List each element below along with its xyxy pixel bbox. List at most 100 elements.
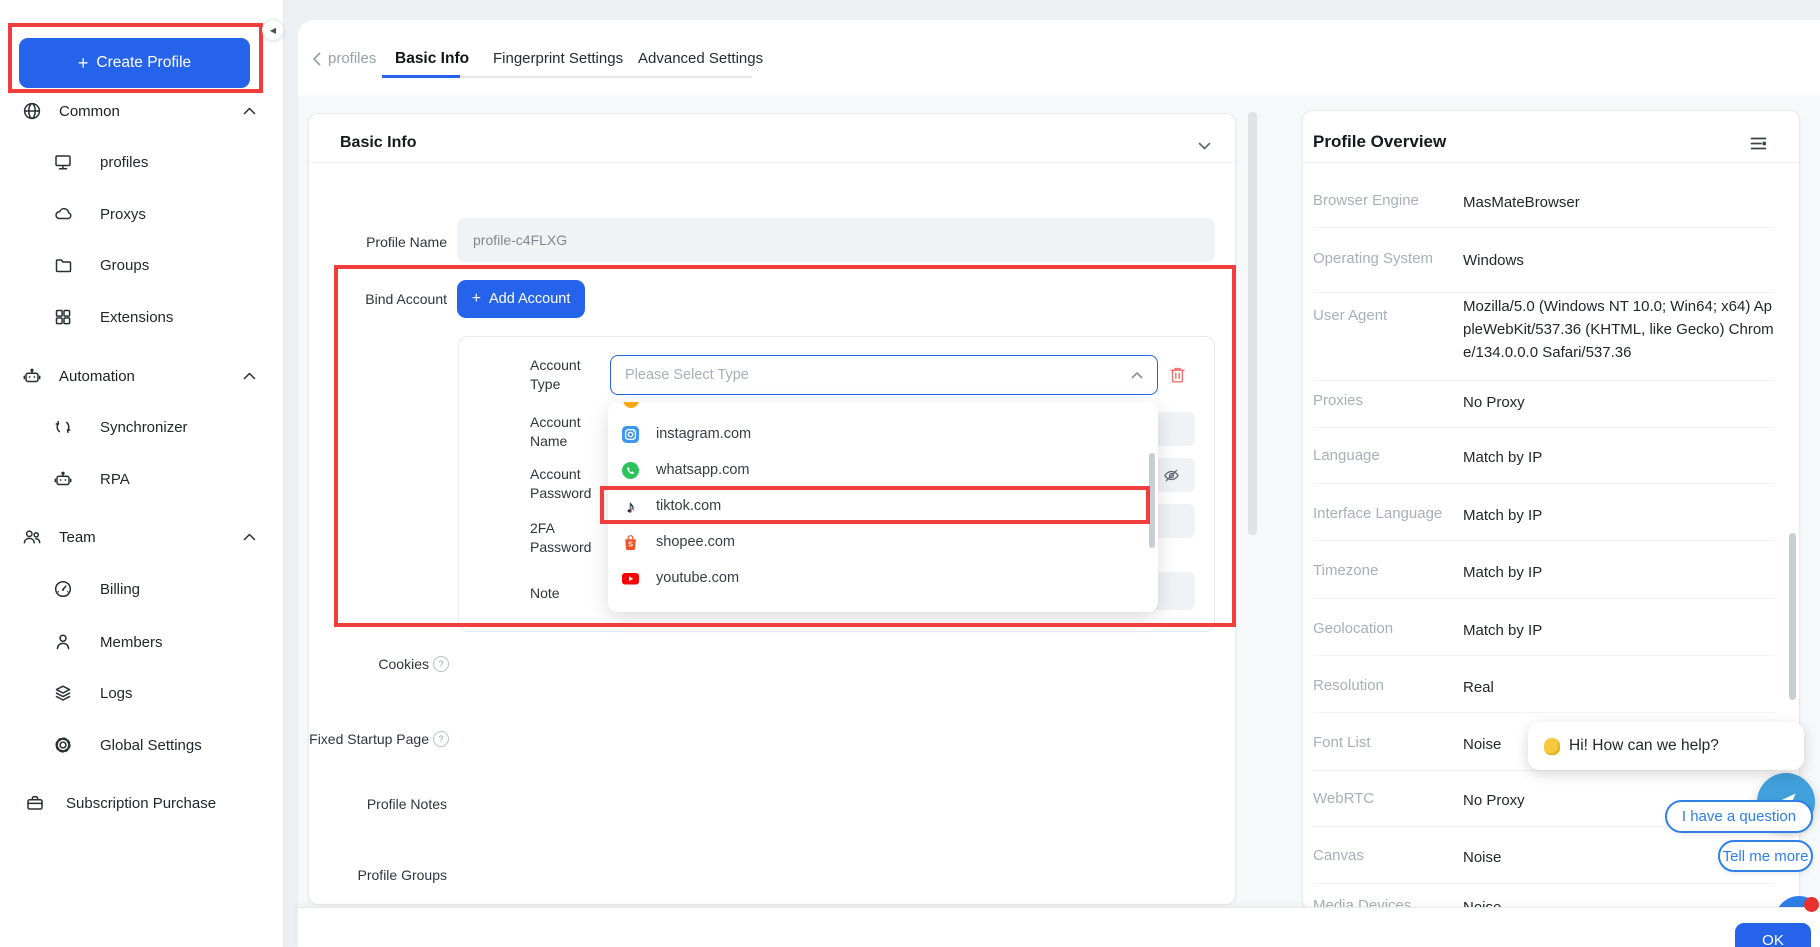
chevron-up-icon bbox=[1131, 371, 1143, 379]
sidebar-item-billing[interactable]: Billing bbox=[0, 563, 284, 615]
fixed-startup-page-label: Fixed Startup Page ? bbox=[300, 730, 449, 748]
overview-row-label: Geolocation bbox=[1313, 620, 1393, 637]
row-divider bbox=[1313, 292, 1775, 293]
tab-basic-info[interactable]: Basic Info bbox=[395, 50, 469, 68]
row-divider bbox=[1313, 380, 1775, 381]
create-profile-button[interactable]: + Create Profile bbox=[19, 38, 250, 88]
sidebar-item-proxys[interactable]: Proxys bbox=[0, 188, 284, 240]
sidebar-collapse-button[interactable]: ◀ bbox=[262, 19, 284, 41]
tab-fingerprint-settings[interactable]: Fingerprint Settings bbox=[493, 50, 623, 67]
chevron-left-icon bbox=[312, 52, 321, 66]
dropdown-option-shopee[interactable]: S shopee.com bbox=[608, 524, 1158, 560]
sidebar-item-label: profiles bbox=[100, 154, 148, 171]
eye-off-icon bbox=[1163, 467, 1180, 484]
dropdown-option-label: whatsapp.com bbox=[656, 462, 750, 478]
profile-groups-label: Profile Groups bbox=[332, 866, 447, 884]
person-icon bbox=[53, 632, 73, 652]
briefcase-icon bbox=[25, 793, 45, 813]
folder-icon bbox=[53, 255, 73, 275]
sidebar-item-global-settings[interactable]: Global Settings bbox=[0, 719, 284, 771]
layers-icon bbox=[53, 683, 73, 703]
sidebar-item-profiles[interactable]: profiles bbox=[0, 136, 284, 188]
delete-account-button[interactable] bbox=[1168, 365, 1187, 390]
help-icon[interactable]: ? bbox=[433, 731, 449, 747]
sync-icon bbox=[53, 417, 73, 437]
overview-row-value: Match by IP bbox=[1463, 561, 1775, 584]
dropdown-option-label: instagram.com bbox=[656, 426, 751, 442]
whatsapp-icon bbox=[622, 462, 639, 479]
dropdown-option-youtube[interactable]: youtube.com bbox=[608, 560, 1158, 596]
dropdown-option-instagram[interactable]: instagram.com bbox=[608, 416, 1158, 452]
sidebar-section-label: Team bbox=[59, 529, 96, 546]
dropdown-partial-item[interactable] bbox=[608, 402, 1158, 416]
sidebar-section-common[interactable]: Common bbox=[0, 96, 284, 126]
sidebar-item-groups[interactable]: Groups bbox=[0, 239, 284, 291]
profile-overview-title: Profile Overview bbox=[1313, 132, 1446, 152]
trash-icon bbox=[1168, 365, 1187, 385]
sidebar-section-team[interactable]: Team bbox=[0, 522, 284, 552]
add-account-button[interactable]: + Add Account bbox=[457, 280, 585, 318]
sidebar-item-rpa[interactable]: RPA bbox=[0, 453, 284, 505]
overview-row-label: Operating System bbox=[1313, 250, 1433, 267]
sidebar-item-members[interactable]: Members bbox=[0, 616, 284, 668]
account-note-label: Note bbox=[530, 584, 590, 603]
help-icon[interactable]: ? bbox=[433, 656, 449, 672]
content-scrollbar[interactable] bbox=[1248, 112, 1257, 535]
quick-reply-label: I have a question bbox=[1682, 808, 1796, 825]
team-icon bbox=[22, 527, 42, 547]
overview-row-label: Resolution bbox=[1313, 677, 1384, 694]
overview-row-label: Canvas bbox=[1313, 847, 1364, 864]
sidebar-item-label: RPA bbox=[100, 471, 130, 488]
chat-quick-reply-tell-me-more[interactable]: Tell me more bbox=[1718, 840, 1813, 872]
row-divider bbox=[1313, 427, 1775, 428]
youtube-icon bbox=[622, 570, 639, 587]
sidebar-item-logs[interactable]: Logs bbox=[0, 667, 284, 719]
ok-button[interactable]: OK bbox=[1735, 923, 1811, 947]
overview-row-value: No Proxy bbox=[1463, 391, 1775, 414]
dropdown-option-whatsapp[interactable]: whatsapp.com bbox=[608, 452, 1158, 488]
card-header-divider bbox=[309, 162, 1235, 163]
tab-advanced-settings[interactable]: Advanced Settings bbox=[638, 50, 763, 67]
globe-icon bbox=[22, 101, 42, 121]
sidebar-item-label: Synchronizer bbox=[100, 419, 188, 436]
overview-options-icon[interactable] bbox=[1750, 136, 1767, 156]
card-collapse-chevron-icon[interactable] bbox=[1198, 137, 1211, 155]
profile-name-input[interactable]: profile-c4FLXG bbox=[457, 218, 1215, 262]
account-type-select[interactable]: Please Select Type bbox=[610, 355, 1158, 395]
create-profile-label: Create Profile bbox=[96, 54, 191, 72]
app-window: + Create Profile Common profiles Proxys bbox=[0, 0, 1820, 947]
chat-quick-reply-question[interactable]: I have a question bbox=[1665, 800, 1813, 833]
overview-row-label: Timezone bbox=[1313, 562, 1378, 579]
profile-notes-label: Profile Notes bbox=[332, 795, 447, 813]
monitor-icon bbox=[53, 152, 73, 172]
add-account-label: Add Account bbox=[489, 291, 570, 307]
overview-header-divider bbox=[1303, 162, 1799, 163]
sidebar-section-label: Common bbox=[59, 103, 120, 120]
gauge-icon bbox=[53, 579, 73, 599]
back-link-label: profiles bbox=[328, 50, 376, 67]
dropdown-option-tiktok[interactable]: ♪ tiktok.com bbox=[608, 488, 1158, 524]
bind-account-label: Bind Account bbox=[332, 290, 447, 308]
dropdown-scrollbar[interactable] bbox=[1149, 453, 1155, 548]
footer-bar bbox=[298, 907, 1820, 947]
row-divider bbox=[1313, 483, 1775, 484]
sidebar-item-label: Groups bbox=[100, 257, 149, 274]
overview-row-value: Match by IP bbox=[1463, 504, 1775, 527]
sidebar-item-label: Subscription Purchase bbox=[66, 795, 216, 812]
account-type-placeholder: Please Select Type bbox=[625, 367, 1131, 383]
overview-row-label: Browser Engine bbox=[1313, 192, 1419, 209]
overview-scrollbar[interactable] bbox=[1789, 533, 1796, 700]
overview-row-label: Interface Language bbox=[1313, 505, 1442, 522]
back-to-profiles-link[interactable]: profiles bbox=[312, 50, 376, 67]
ok-label: OK bbox=[1762, 932, 1784, 947]
sidebar-item-extensions[interactable]: Extensions bbox=[0, 291, 284, 343]
sidebar-section-automation[interactable]: Automation bbox=[0, 361, 284, 391]
toggle-password-visibility-button[interactable] bbox=[1163, 467, 1180, 489]
row-divider bbox=[1313, 770, 1775, 771]
sidebar-item-synchronizer[interactable]: Synchronizer bbox=[0, 401, 284, 453]
row-divider bbox=[1313, 227, 1775, 228]
sidebar-item-subscription-purchase[interactable]: Subscription Purchase bbox=[0, 777, 284, 829]
sidebar-section-label: Automation bbox=[59, 368, 135, 385]
chevron-up-icon bbox=[243, 533, 256, 541]
sidebar-item-label: Logs bbox=[100, 685, 133, 702]
